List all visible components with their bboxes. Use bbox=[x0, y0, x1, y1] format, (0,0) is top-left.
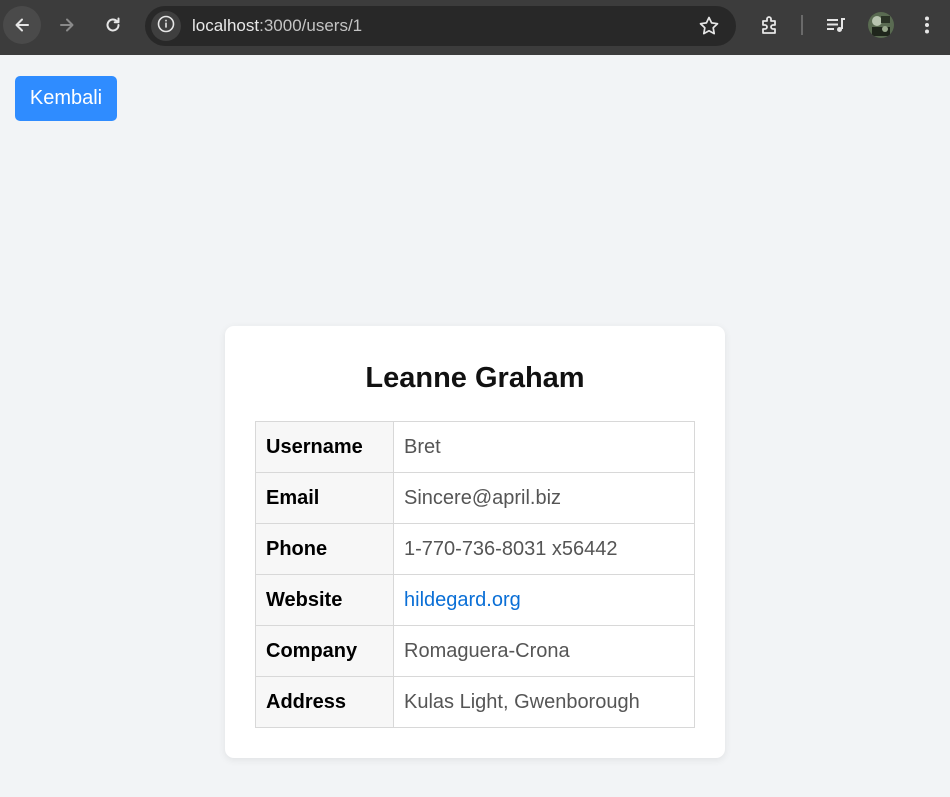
row-value-username: Bret bbox=[393, 421, 695, 473]
table-row: Email Sincere@april.biz bbox=[255, 472, 695, 524]
extensions-icon[interactable] bbox=[757, 12, 783, 38]
table-row: Website hildegard.org bbox=[255, 574, 695, 626]
row-label-company: Company bbox=[255, 625, 394, 677]
website-link[interactable]: hildegard.org bbox=[404, 589, 521, 611]
reload-icon bbox=[103, 15, 123, 35]
more-menu-icon[interactable] bbox=[914, 12, 940, 38]
back-button-browser[interactable] bbox=[3, 6, 41, 44]
address-bar[interactable]: localhost:3000/users/1 bbox=[145, 6, 736, 46]
toolbar-divider bbox=[801, 15, 803, 35]
browser-toolbar: localhost:3000/users/1 bbox=[0, 0, 950, 55]
kembali-button[interactable]: Kembali bbox=[15, 76, 117, 121]
reload-button[interactable] bbox=[94, 6, 132, 44]
row-label-email: Email bbox=[255, 472, 394, 524]
site-info-button[interactable] bbox=[151, 11, 181, 41]
back-arrow-icon bbox=[12, 15, 32, 35]
forward-arrow-icon bbox=[57, 15, 77, 35]
url-host: localhost bbox=[192, 16, 260, 35]
row-value-company: Romaguera-Crona bbox=[393, 625, 695, 677]
user-detail-card: Leanne Graham Username Bret Email Sincer… bbox=[225, 326, 725, 758]
url-path: :3000/users/1 bbox=[259, 16, 363, 35]
media-control-icon[interactable] bbox=[823, 12, 849, 38]
table-row: Phone 1-770-736-8031 x56442 bbox=[255, 523, 695, 575]
user-name-heading: Leanne Graham bbox=[365, 362, 585, 394]
table-row: Address Kulas Light, Gwenborough bbox=[255, 676, 695, 728]
profile-avatar[interactable] bbox=[868, 12, 894, 38]
site-info-icon bbox=[157, 15, 175, 38]
row-value-email: Sincere@april.biz bbox=[393, 472, 695, 524]
bookmark-star-icon[interactable] bbox=[698, 15, 720, 42]
row-label-username: Username bbox=[255, 421, 394, 473]
row-label-phone: Phone bbox=[255, 523, 394, 575]
forward-button-browser[interactable] bbox=[48, 6, 86, 44]
user-detail-table: Username Bret Email Sincere@april.biz Ph… bbox=[255, 421, 695, 728]
table-row: Company Romaguera-Crona bbox=[255, 625, 695, 677]
row-label-address: Address bbox=[255, 676, 394, 728]
table-row: Username Bret bbox=[255, 421, 695, 473]
row-value-phone: 1-770-736-8031 x56442 bbox=[393, 523, 695, 575]
row-label-website: Website bbox=[255, 574, 394, 626]
row-value-address: Kulas Light, Gwenborough bbox=[393, 676, 695, 728]
url-text[interactable]: localhost:3000/users/1 bbox=[192, 16, 362, 36]
row-value-website: hildegard.org bbox=[393, 574, 695, 626]
